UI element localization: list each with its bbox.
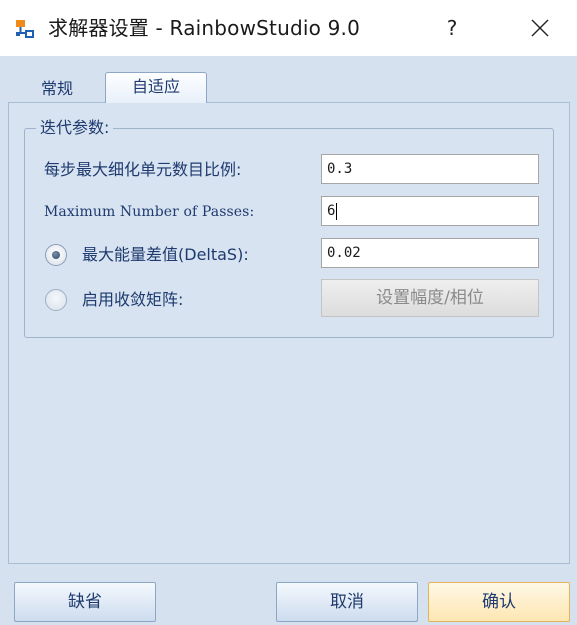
max-passes-label: Maximum Number of Passes: (44, 204, 255, 220)
text-caret (336, 202, 338, 220)
tab-general[interactable]: 常规 (20, 76, 94, 102)
refine-ratio-label: 每步最大细化单元数目比例: (44, 160, 242, 179)
group-title: 迭代参数: (36, 117, 114, 139)
delta-energy-label: 最大能量差值(DeltaS): (82, 245, 249, 264)
radio-selected-dot (52, 251, 60, 259)
close-button[interactable] (520, 10, 560, 46)
max-passes-input[interactable]: 6 (321, 196, 539, 226)
title-bar: 求解器设置 - RainbowStudio 9.0 ? (0, 0, 577, 56)
set-magnitude-phase-button[interactable]: 设置幅度/相位 (321, 279, 539, 317)
refine-ratio-input[interactable]: 0.3 (321, 154, 539, 184)
cancel-button[interactable]: 取消 (276, 582, 418, 622)
default-button[interactable]: 缺省 (14, 582, 156, 622)
convergence-matrix-radio[interactable] (45, 289, 67, 311)
delta-energy-radio[interactable] (45, 244, 67, 266)
network-icon (16, 20, 34, 38)
window-title: 求解器设置 - RainbowStudio 9.0 (48, 16, 361, 40)
delta-energy-input[interactable]: 0.02 (321, 238, 539, 268)
close-icon (531, 19, 549, 37)
ok-button[interactable]: 确认 (428, 582, 570, 622)
tab-adaptive[interactable]: 自适应 (105, 72, 207, 103)
convergence-matrix-label: 启用收敛矩阵: (82, 290, 184, 309)
help-button[interactable]: ? (432, 10, 472, 46)
